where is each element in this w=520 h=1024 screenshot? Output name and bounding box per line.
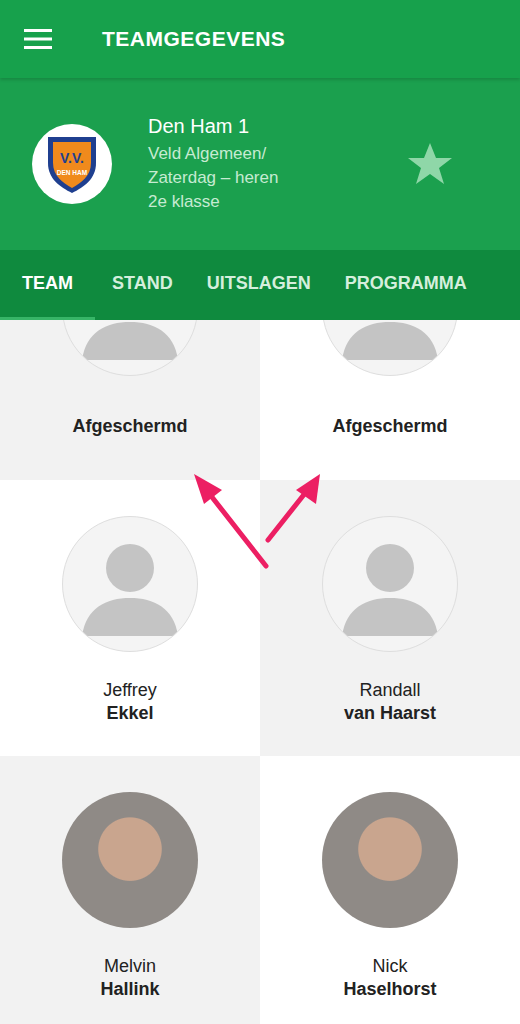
favorite-star-icon[interactable] <box>406 141 454 187</box>
arrow-left-icon <box>194 474 266 566</box>
app-screen: TEAMGEGEVENS V.V. DEN HAM Den Ham 1 Veld Alg… <box>0 0 520 1024</box>
club-logo: V.V. DEN HAM <box>32 124 112 204</box>
player-last-name: Afgeschermd <box>72 415 187 438</box>
player-first-name: Jeffrey <box>103 679 157 702</box>
annotation-arrows <box>0 0 520 1024</box>
player-last-name: Afgeschermd <box>332 415 447 438</box>
player-card[interactable]: NickHaselhorst <box>260 756 520 1024</box>
player-last-name: van Haarst <box>344 702 436 725</box>
default-person-icon <box>62 320 198 376</box>
player-name: MelvinHallink <box>100 948 159 1008</box>
player-first-name: Nick <box>372 955 407 978</box>
player-card[interactable]: Afgeschermd <box>0 320 260 480</box>
player-card[interactable]: MelvinHallink <box>0 756 260 1024</box>
player-card[interactable]: JeffreyEkkel <box>0 480 260 756</box>
player-avatar <box>322 320 458 376</box>
player-photo <box>62 792 198 928</box>
app-bar: TEAMGEGEVENS <box>0 0 520 78</box>
svg-text:DEN HAM: DEN HAM <box>57 169 87 176</box>
player-list: Afgeschermd Afgeschermd JeffreyEkkel Randal… <box>0 320 520 1024</box>
player-photo <box>322 792 458 928</box>
player-card[interactable]: Afgeschermd <box>260 320 520 480</box>
player-first-name: Randall <box>359 679 420 702</box>
player-first-name: Melvin <box>104 955 156 978</box>
player-name: Afgeschermd <box>72 396 187 456</box>
default-person-icon <box>322 516 458 652</box>
player-avatar <box>322 516 458 652</box>
player-name: Randallvan Haarst <box>344 672 436 732</box>
team-detail: Veld Algemeen/ <box>148 142 370 166</box>
tab[interactable]: TEAM <box>0 250 95 320</box>
arrow-right-icon <box>268 474 320 540</box>
player-last-name: Ekkel <box>106 702 153 725</box>
tab-bar: TEAMSTANDUITSLAGENPROGRAMMA <box>0 250 520 320</box>
hamburger-menu-icon[interactable] <box>24 28 52 50</box>
svg-text:V.V.: V.V. <box>60 150 84 166</box>
team-name: Den Ham 1 <box>148 115 370 138</box>
default-person-icon <box>62 516 198 652</box>
tab[interactable]: UITSLAGEN <box>190 250 328 320</box>
team-detail: Zaterdag – heren <box>148 166 370 190</box>
player-last-name: Hallink <box>100 978 159 1001</box>
tab[interactable]: PROGRAMMA <box>328 250 484 320</box>
player-avatar <box>62 320 198 376</box>
player-name: NickHaselhorst <box>343 948 436 1008</box>
club-shield-icon: V.V. DEN HAM <box>44 133 100 195</box>
player-avatar <box>62 516 198 652</box>
app-title: TEAMGEGEVENS <box>102 27 285 51</box>
tab[interactable]: STAND <box>95 250 190 320</box>
player-name: Afgeschermd <box>332 396 447 456</box>
player-card[interactable]: Randallvan Haarst <box>260 480 520 756</box>
team-info: Den Ham 1 Veld Algemeen/Zaterdag – heren2… <box>148 115 370 214</box>
team-detail: 2e klasse <box>148 190 370 214</box>
player-last-name: Haselhorst <box>343 978 436 1001</box>
player-name: JeffreyEkkel <box>103 672 157 732</box>
default-person-icon <box>322 320 458 376</box>
team-header: V.V. DEN HAM Den Ham 1 Veld Algemeen/Zaterd… <box>0 78 520 250</box>
